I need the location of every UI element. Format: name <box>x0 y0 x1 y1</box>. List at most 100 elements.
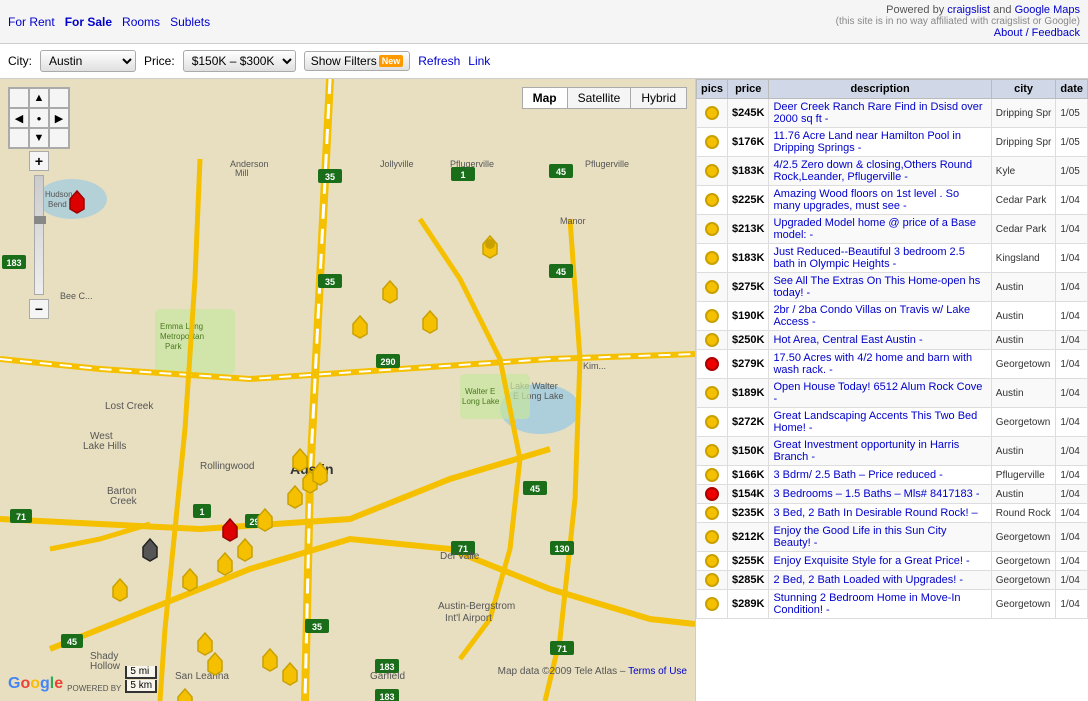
svg-text:Mill: Mill <box>235 168 249 178</box>
table-row: $279K 17.50 Acres with 4/2 home and barn… <box>697 350 1088 379</box>
listing-link[interactable]: 2 Bed, 2 Bath Loaded with Upgrades! - <box>773 574 963 586</box>
listing-link[interactable]: Deer Creek Ranch Rare Find in Dsisd over… <box>773 101 982 125</box>
listing-price: $279K <box>728 350 769 379</box>
listing-link[interactable]: 4/2.5 Zero down & closing,Others Round R… <box>773 159 972 183</box>
nav-for-sale[interactable]: For Sale <box>65 15 112 29</box>
listing-link[interactable]: Hot Area, Central East Austin - <box>773 334 922 346</box>
listing-price: $150K <box>728 437 769 466</box>
listing-dot <box>705 251 719 265</box>
listing-link[interactable]: Enjoy Exquisite Style for a Great Price!… <box>773 555 969 567</box>
listing-description: 3 Bedrooms – 1.5 Baths – Mls# 8417183 - <box>769 485 991 504</box>
svg-text:183: 183 <box>379 692 394 701</box>
table-row: $183K 4/2.5 Zero down & closing,Others R… <box>697 157 1088 186</box>
listing-link[interactable]: Amazing Wood floors on 1st level . So ma… <box>773 188 959 212</box>
col-header-pics: pics <box>697 80 728 99</box>
listing-date: 1/04 <box>1056 408 1088 437</box>
listing-price: $275K <box>728 273 769 302</box>
listing-link[interactable]: See All The Extras On This Home-open hs … <box>773 275 980 299</box>
listing-city: Georgetown <box>991 523 1056 552</box>
svg-text:35: 35 <box>312 622 322 632</box>
zoom-slider[interactable] <box>34 175 44 295</box>
svg-text:Pflugerville: Pflugerville <box>585 159 629 169</box>
about-feedback-link[interactable]: About / Feedback <box>994 27 1080 39</box>
scale-km: 5 km <box>125 680 157 693</box>
listing-link[interactable]: 3 Bed, 2 Bath In Desirable Round Rock! – <box>773 507 977 519</box>
nav-up-button[interactable]: ▲ <box>29 88 49 108</box>
city-label: City: <box>8 54 32 68</box>
table-row: $275K See All The Extras On This Home-op… <box>697 273 1088 302</box>
listing-price: $272K <box>728 408 769 437</box>
zoom-out-button[interactable]: − <box>29 299 49 319</box>
svg-text:Int'l Airport: Int'l Airport <box>445 613 492 624</box>
nav-left-button[interactable]: ◀ <box>9 108 29 128</box>
refresh-link[interactable]: Refresh <box>418 54 460 68</box>
svg-text:Pflugerville: Pflugerville <box>450 159 494 169</box>
listing-link[interactable]: Enjoy the Good Life in this Sun City Bea… <box>773 525 946 549</box>
listing-price: $235K <box>728 504 769 523</box>
listing-price: $289K <box>728 590 769 619</box>
listing-description: See All The Extras On This Home-open hs … <box>769 273 991 302</box>
listing-dot-cell <box>697 186 728 215</box>
listing-link[interactable]: Stunning 2 Bedroom Home in Move-In Condi… <box>773 592 960 616</box>
listing-link[interactable]: 3 Bedrooms – 1.5 Baths – Mls# 8417183 - <box>773 488 979 500</box>
link-link[interactable]: Link <box>468 54 490 68</box>
tab-hybrid[interactable]: Hybrid <box>630 87 687 109</box>
listing-link[interactable]: 11.76 Acre Land near Hamilton Pool in Dr… <box>773 130 961 154</box>
listing-description: Enjoy Exquisite Style for a Great Price!… <box>769 552 991 571</box>
listing-link[interactable]: 3 Bdrm/ 2.5 Bath – Price reduced - <box>773 469 942 481</box>
listing-dot-cell <box>697 466 728 485</box>
listing-link[interactable]: Just Reduced--Beautiful 3 bedroom 2.5 ba… <box>773 246 964 270</box>
nav-for-rent[interactable]: For Rent <box>8 15 55 29</box>
listing-dot-cell <box>697 99 728 128</box>
listing-price: $190K <box>728 302 769 331</box>
listing-description: 3 Bed, 2 Bath In Desirable Round Rock! – <box>769 504 991 523</box>
listing-date: 1/04 <box>1056 485 1088 504</box>
tab-satellite[interactable]: Satellite <box>567 87 631 109</box>
nav-center-button[interactable]: ● <box>29 108 49 128</box>
table-row: $250K Hot Area, Central East Austin - Au… <box>697 331 1088 350</box>
affiliate-note: (this site is in no way affiliated with … <box>836 16 1080 27</box>
listing-dot-cell <box>697 552 728 571</box>
nav-sublets[interactable]: Sublets <box>170 15 210 29</box>
table-row: $154K 3 Bedrooms – 1.5 Baths – Mls# 8417… <box>697 485 1088 504</box>
nav-cluster: ▲ ◀ ● ▶ ▼ <box>8 87 70 149</box>
tab-map[interactable]: Map <box>522 87 567 109</box>
listing-city: Cedar Park <box>991 215 1056 244</box>
table-row: $189K Open House Today! 6512 Alum Rock C… <box>697 379 1088 408</box>
listing-dot-cell <box>697 437 728 466</box>
zoom-in-button[interactable]: + <box>29 151 49 171</box>
nav-down-button[interactable]: ▼ <box>29 128 49 148</box>
city-select[interactable]: Austin Dallas Houston San Antonio <box>40 50 136 72</box>
listing-link[interactable]: 17.50 Acres with 4/2 home and barn with … <box>773 352 972 376</box>
table-row: $255K Enjoy Exquisite Style for a Great … <box>697 552 1088 571</box>
powered-by: Powered by craigslist and Google Maps <box>886 4 1080 16</box>
listing-dot-cell <box>697 408 728 437</box>
google-maps-link[interactable]: Google Maps <box>1015 4 1080 16</box>
listing-link[interactable]: Open House Today! 6512 Alum Rock Cove - <box>773 381 982 405</box>
listing-link[interactable]: 2br / 2ba Condo Villas on Travis w/ Lake… <box>773 304 970 328</box>
listing-dot <box>705 135 719 149</box>
listing-city: Round Rock <box>991 504 1056 523</box>
nav-rooms[interactable]: Rooms <box>122 15 160 29</box>
listing-date: 1/04 <box>1056 244 1088 273</box>
listing-date: 1/04 <box>1056 437 1088 466</box>
listing-link[interactable]: Great Landscaping Accents This Two Bed H… <box>773 410 977 434</box>
svg-text:Jollyville: Jollyville <box>380 159 414 169</box>
show-filters-button[interactable]: Show Filters New <box>304 51 411 71</box>
listing-dot <box>705 333 719 347</box>
listing-table-scroll[interactable]: pics price description city date $245K D… <box>696 79 1088 701</box>
price-select[interactable]: $100K – $200K $150K – $300K $200K – $400… <box>183 50 296 72</box>
map-footer: Google POWERED BY 5 mi 5 km Map data ©20… <box>0 666 695 693</box>
map-area[interactable]: Map Satellite Hybrid ▲ ◀ ● ▶ ▼ + − <box>0 79 695 701</box>
listing-link[interactable]: Great Investment opportunity in Harris B… <box>773 439 959 463</box>
nav-empty-br <box>49 128 69 148</box>
listing-city: Georgetown <box>991 590 1056 619</box>
listing-dot <box>705 506 719 520</box>
listing-dot-cell <box>697 523 728 552</box>
nav-right-button[interactable]: ▶ <box>49 108 69 128</box>
listing-link[interactable]: Upgraded Model home @ price of a Base mo… <box>773 217 976 241</box>
craigslist-link[interactable]: craigslist <box>947 4 990 16</box>
terms-of-use-link[interactable]: Terms of Use <box>628 666 687 677</box>
table-row: $212K Enjoy the Good Life in this Sun Ci… <box>697 523 1088 552</box>
listing-price: $189K <box>728 379 769 408</box>
